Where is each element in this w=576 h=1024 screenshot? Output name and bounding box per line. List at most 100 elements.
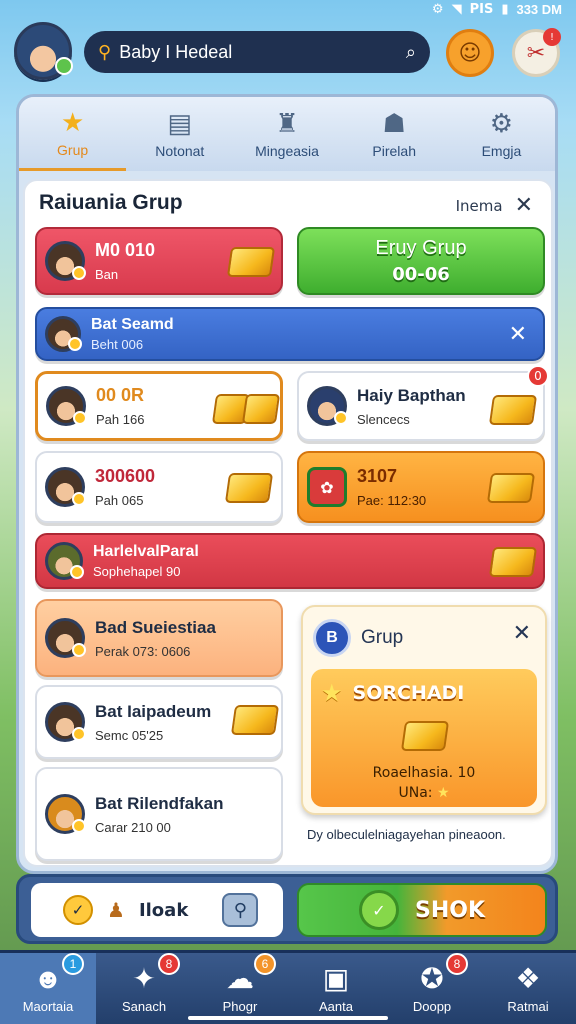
buy-group-button[interactable]: Eruy Grup 00-06 xyxy=(297,227,545,295)
card-title: Bat Rilendfakan xyxy=(95,793,224,813)
shop-icon: ☗ xyxy=(382,108,406,138)
search-icon: ⚲ xyxy=(98,41,112,62)
tab-pirelah[interactable]: ☗ Pirelah xyxy=(341,97,448,171)
tab-label: Notonat xyxy=(155,143,205,159)
coin-badge xyxy=(72,643,86,657)
group-card-white[interactable]: 300600 Pah 065 xyxy=(35,451,283,523)
tools-button[interactable]: ✂ ! xyxy=(512,28,561,77)
avatar xyxy=(45,794,86,834)
group-card-red[interactable]: M0 010 Ban xyxy=(35,227,283,295)
gold-bar-icon xyxy=(230,705,280,735)
banner-title: SORCHADI xyxy=(352,682,465,704)
coin-badge xyxy=(72,266,86,280)
gold-bar-icon xyxy=(486,473,536,503)
close-icon[interactable]: ✕ xyxy=(509,322,527,347)
card-title: Bat Seamd xyxy=(91,316,174,333)
tab-label: Grup xyxy=(57,141,89,158)
look-button[interactable]: ✓ ♟ Iloak ⚲ xyxy=(31,883,283,937)
gear-icon: ⚙ xyxy=(489,108,514,138)
fish-icon: ✦ xyxy=(132,963,156,994)
wifi-icon: ◥ xyxy=(451,2,462,17)
card-subtitle: Slencecs xyxy=(357,411,410,427)
group-card-orange[interactable]: ✿ 3107 Pae: 112:30 xyxy=(297,451,545,523)
status-time: 333 DM xyxy=(516,2,562,17)
card-subtitle: Pah 166 xyxy=(96,412,145,427)
tab-mingeasia[interactable]: ♜ Mingeasia xyxy=(233,97,340,171)
shok-label: SHOK xyxy=(414,897,485,923)
group-card-peach[interactable]: Bad Sueiestiaa Perak 073: 0606 xyxy=(35,599,283,677)
chat-icon: ☺ xyxy=(458,40,482,66)
nav-badge: 8 xyxy=(158,953,180,975)
panel-title: Raiuania Grup xyxy=(39,191,183,214)
chest-icon: ❖ xyxy=(515,963,541,994)
avatar xyxy=(45,702,86,742)
notification-badge: ! xyxy=(543,28,561,46)
card-subtitle: Ban xyxy=(95,267,119,282)
group-card-happy[interactable]: Haiy Bapthan Slencecs 0 xyxy=(297,365,549,441)
profile-avatar[interactable] xyxy=(14,22,73,80)
group-card-selected[interactable]: 00 0R Pah 166 xyxy=(35,371,283,441)
popup-title: Grup xyxy=(361,627,404,648)
card-subtitle: Semc 05'25 xyxy=(95,727,164,743)
tools-icon: ✂ xyxy=(526,40,546,66)
tab-bar: ★ Grup ▤ Notonat ♜ Mingeasia ☗ Pirelah ⚙ Emgj… xyxy=(19,97,555,171)
group-card-white-3[interactable]: Bat Iaipadeum Semc 05'25 xyxy=(35,685,283,759)
bird-icon: ✪ xyxy=(420,963,444,994)
tab-label: Mingeasia xyxy=(255,143,319,159)
nav-item-ratmai[interactable]: ❖ Ratmai xyxy=(480,953,576,1024)
card-title: Bad Sueiestiaa xyxy=(95,617,216,637)
group-card-white-4[interactable]: Bat Rilendfakan Carar 210 00 xyxy=(35,767,283,861)
search-input[interactable]: ⚲ Baby I Hedeal ⌕ xyxy=(84,31,430,73)
coin-badge xyxy=(72,819,86,833)
nav-badge: 6 xyxy=(254,953,276,975)
nav-item-maortaia[interactable]: ☻ Maortaia 1 xyxy=(0,953,96,1024)
nav-item-sanach[interactable]: ✦ Sanach 8 xyxy=(96,953,192,1024)
profile-icon: ☻ xyxy=(33,963,63,994)
group-icon: B xyxy=(313,619,351,657)
group-card-blue[interactable]: Bat Seamd Beht 006 ✕ xyxy=(35,307,545,361)
avatar xyxy=(45,542,84,580)
bottom-nav: ☻ Maortaia 1 ✦ Sanach 8 ☁ Phogr 6 ▣ Aanta ✪ Doop… xyxy=(0,950,576,1024)
reward-banner[interactable]: ★ SORCHADI Roaelhasia. 10 UNa: ★ xyxy=(311,669,537,807)
creature-icon: ☁ xyxy=(226,963,254,994)
group-list-panel: Raiuania Grup Inema ✕ M0 010 Ban Eruy Gru… xyxy=(23,179,553,867)
nav-item-aanta[interactable]: ▣ Aanta xyxy=(288,953,384,1024)
footnote-text: Dy olbeculelniagayehan pineaoon. xyxy=(307,827,506,842)
status-bar: ⚙ ◥ PIS ▮ 333 DM xyxy=(0,0,576,20)
nav-item-doopp[interactable]: ✪ Doopp 8 xyxy=(384,953,480,1024)
shok-button[interactable]: ✓ SHOK xyxy=(297,883,547,937)
group-card-red-wide[interactable]: HarlelvalParal Sophehapel 90 xyxy=(35,533,545,589)
close-icon[interactable]: ✕ xyxy=(513,621,531,646)
gold-bar-icon xyxy=(400,721,450,751)
nav-item-phogr[interactable]: ☁ Phogr 6 xyxy=(192,953,288,1024)
button-label: Eruy Grup xyxy=(375,237,467,259)
clock-icon: ✓ xyxy=(63,895,93,925)
nav-label: Maortaia xyxy=(22,999,74,1014)
home-indicator[interactable] xyxy=(188,1016,388,1020)
main-panel: ★ Grup ▤ Notonat ♜ Mingeasia ☗ Pirelah ⚙ Emgj… xyxy=(16,94,558,874)
coin-badge xyxy=(334,411,348,425)
tab-notonat[interactable]: ▤ Notonat xyxy=(126,97,233,171)
gold-bar-icon xyxy=(224,473,274,503)
search-submit-icon[interactable]: ⌕ xyxy=(406,42,416,63)
close-icon[interactable]: ✕ xyxy=(515,193,533,218)
nav-label: Sanach xyxy=(121,999,167,1014)
crate-icon: ▣ xyxy=(322,963,350,994)
avatar xyxy=(45,241,86,281)
coin-badge xyxy=(72,727,86,741)
tab-label: Emgja xyxy=(481,143,522,159)
top-bar: ⚲ Baby I Hedeal ⌕ ☺ ✂ ! xyxy=(0,20,576,84)
chat-button[interactable]: ☺ xyxy=(446,29,494,77)
nav-label: Phogr xyxy=(222,999,258,1014)
card-subtitle: Pah 065 xyxy=(95,493,144,508)
card-title: 300600 xyxy=(95,466,156,486)
nav-badge: 8 xyxy=(446,953,468,975)
panel-right-label: Inema xyxy=(455,196,503,215)
tab-emgja[interactable]: ⚙ Emgja xyxy=(448,97,555,171)
tab-grup[interactable]: ★ Grup xyxy=(19,97,127,171)
star-icon: ★ xyxy=(321,679,343,707)
nav-label: Aanta xyxy=(319,999,353,1014)
card-subtitle: Pae: 112:30 xyxy=(357,493,427,508)
coin-badge xyxy=(73,411,87,425)
gift-icon: ✿ xyxy=(307,467,347,507)
